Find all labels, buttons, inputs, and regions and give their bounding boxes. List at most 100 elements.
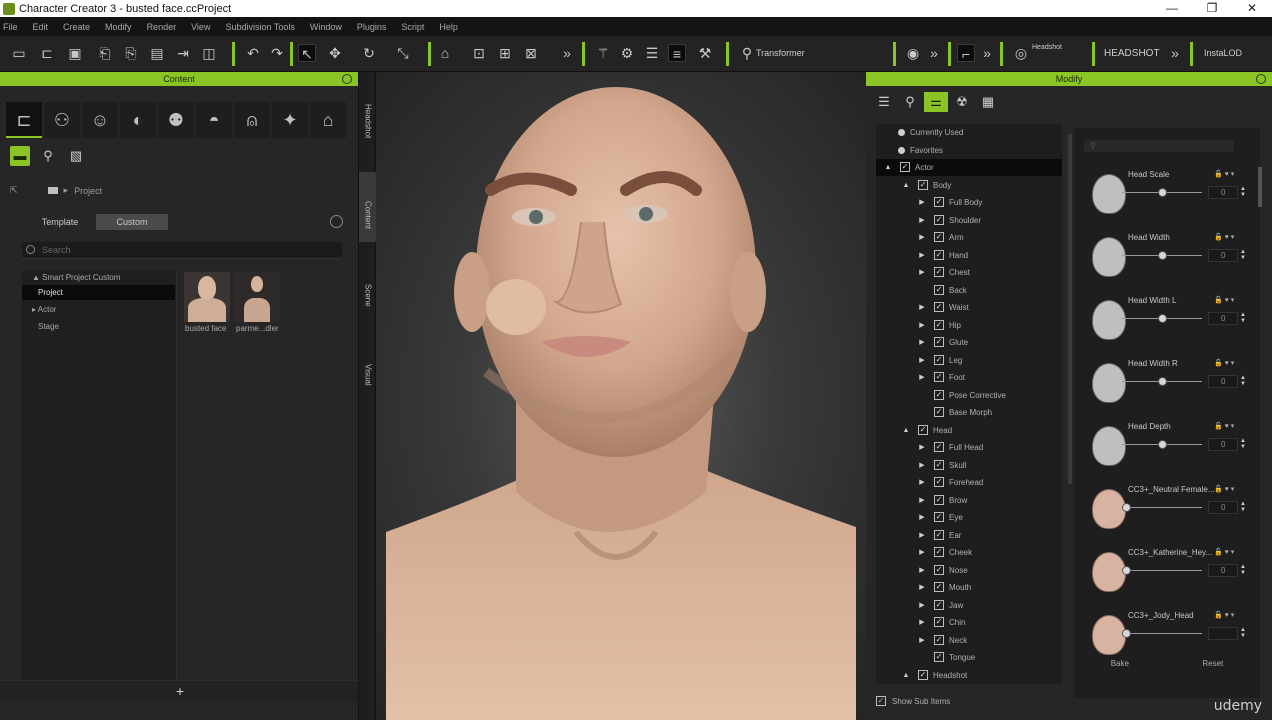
menu-plugins[interactable]: Plugins bbox=[357, 22, 387, 32]
tool-icon[interactable]: ⚒ bbox=[696, 44, 714, 62]
thumbnail-parmeder[interactable] bbox=[234, 272, 280, 322]
tree-item-smart-project[interactable]: ▲ Smart Project Custom bbox=[22, 270, 175, 285]
edit-mesh-icon[interactable]: ⌐ bbox=[957, 44, 975, 62]
tree-row[interactable]: Currently Used bbox=[876, 124, 1062, 141]
spinner-icon[interactable]: ▲ ▼ bbox=[1240, 564, 1250, 577]
transformer-label[interactable]: Transformer bbox=[756, 48, 805, 58]
expand-icon[interactable]: ▶ bbox=[918, 369, 926, 386]
minimize-button[interactable]: — bbox=[1152, 0, 1192, 17]
checkbox[interactable]: ✓ bbox=[934, 582, 944, 592]
tree-row[interactable]: ▶ ✓ Full Body bbox=[876, 194, 1062, 211]
morph-lock-icon[interactable]: 🔓 ♥ ▾ bbox=[1214, 170, 1234, 178]
morph-value-input[interactable]: 0 bbox=[1208, 312, 1238, 325]
morph-search-input[interactable]: ⚲ bbox=[1084, 140, 1234, 152]
expand-icon[interactable]: ▶ bbox=[918, 457, 926, 474]
expand-icon[interactable]: ▶ bbox=[918, 247, 926, 264]
instalod-button[interactable]: InstaLOD bbox=[1204, 48, 1242, 58]
send-icon[interactable]: ⇥ bbox=[174, 44, 192, 62]
menu-render[interactable]: Render bbox=[147, 22, 177, 32]
tree-row[interactable]: ▶ ✓ Jaw bbox=[876, 597, 1062, 614]
panel-pin-icon[interactable] bbox=[1256, 74, 1266, 84]
spinner-icon[interactable]: ▲ ▼ bbox=[1240, 438, 1250, 451]
tree-item-stage[interactable]: Stage bbox=[22, 319, 175, 334]
checkbox[interactable]: ✓ bbox=[934, 337, 944, 347]
tree-row[interactable]: ▶ ✓ Foot bbox=[876, 369, 1062, 386]
morph-slider[interactable] bbox=[1122, 629, 1202, 638]
spinner-icon[interactable]: ▲ ▼ bbox=[1240, 249, 1250, 262]
morph-slider[interactable] bbox=[1122, 314, 1202, 323]
checkbox[interactable]: ✓ bbox=[934, 652, 944, 662]
select-icon[interactable]: ↖ bbox=[298, 44, 316, 62]
add-button[interactable]: + bbox=[172, 683, 188, 699]
checkbox[interactable]: ✓ bbox=[934, 564, 944, 575]
checkbox[interactable]: ✓ bbox=[934, 197, 944, 207]
morph-slider[interactable] bbox=[1122, 440, 1202, 449]
checkbox[interactable]: ✓ bbox=[934, 547, 944, 557]
menu-script[interactable]: Script bbox=[401, 22, 424, 32]
panel-pin-icon[interactable] bbox=[342, 74, 352, 84]
checkbox[interactable]: ✓ bbox=[934, 389, 944, 400]
reset-button[interactable]: Reset bbox=[1202, 654, 1223, 674]
slider-knob[interactable] bbox=[1158, 377, 1167, 386]
thumbnail-busted-face[interactable] bbox=[184, 272, 230, 322]
checkbox[interactable]: ✓ bbox=[934, 249, 944, 260]
tree-row[interactable]: ▶ ✓ Leg bbox=[876, 352, 1062, 369]
tree-row[interactable]: ▲ ✓ Actor bbox=[876, 159, 1062, 176]
morph-value-input[interactable]: 0 bbox=[1208, 564, 1238, 577]
more-icon[interactable]: » bbox=[925, 44, 943, 62]
tree-row[interactable]: ▶ ✓ Nose bbox=[876, 562, 1062, 579]
tree-row[interactable]: ▶ ✓ Hip bbox=[876, 317, 1062, 334]
expand-icon[interactable]: ▲ bbox=[884, 159, 892, 176]
up-folder-icon[interactable]: ⇱ bbox=[10, 185, 18, 196]
cloth-icon[interactable]: ⍝ bbox=[234, 102, 270, 138]
slider-scrollbar[interactable] bbox=[1258, 167, 1262, 207]
checkbox[interactable]: ✓ bbox=[900, 162, 910, 172]
rotate-icon[interactable]: ↻ bbox=[360, 44, 378, 62]
checkbox[interactable]: ✓ bbox=[934, 634, 944, 645]
spinner-icon[interactable]: ▲ ▼ bbox=[1240, 501, 1250, 514]
transformer-icon[interactable]: ⚲ bbox=[738, 44, 756, 62]
expand-icon[interactable]: ▶ bbox=[918, 632, 926, 649]
home-camera-icon[interactable]: ⌂ bbox=[436, 44, 454, 62]
tab-scene[interactable]: Scene bbox=[359, 262, 377, 318]
morph-value-input[interactable]: 0 bbox=[1208, 438, 1238, 451]
attribute-tab-icon[interactable]: ☰ bbox=[872, 92, 896, 112]
slider-knob[interactable] bbox=[1158, 188, 1167, 197]
tree-row[interactable]: ▶ ✓ Waist bbox=[876, 299, 1062, 316]
spinner-icon[interactable]: ▲ ▼ bbox=[1240, 186, 1250, 199]
checkbox[interactable]: ✓ bbox=[934, 284, 944, 295]
more-icon[interactable]: » bbox=[1166, 44, 1184, 62]
expand-icon[interactable]: ▶ bbox=[918, 334, 926, 351]
spinner-icon[interactable]: ▲ ▼ bbox=[1240, 375, 1250, 388]
morph-value-input[interactable] bbox=[1208, 627, 1238, 640]
checkbox[interactable]: ✓ bbox=[918, 179, 928, 190]
headshot-plugin-icon[interactable]: ◎ bbox=[1012, 44, 1030, 62]
expand-icon[interactable]: ▶ bbox=[918, 527, 926, 544]
checkbox[interactable]: ✓ bbox=[934, 319, 944, 330]
tab-content[interactable]: Content bbox=[359, 172, 377, 242]
zoom-extent-icon[interactable]: ⊠ bbox=[522, 44, 540, 62]
tree-item-project[interactable]: Project bbox=[22, 285, 175, 300]
expand-icon[interactable]: ▶ bbox=[918, 352, 926, 369]
expand-icon[interactable]: ▶ bbox=[918, 194, 926, 211]
expand-icon[interactable]: ▲ bbox=[902, 177, 910, 194]
more-icon[interactable]: » bbox=[558, 44, 576, 62]
headshot-button[interactable]: HEADSHOT bbox=[1104, 48, 1160, 59]
checkbox[interactable]: ✓ bbox=[934, 617, 944, 627]
checkbox[interactable]: ✓ bbox=[934, 354, 944, 365]
tab-visual[interactable]: Visual bbox=[359, 342, 377, 398]
actor-icon[interactable]: ⚲ bbox=[38, 146, 58, 166]
menu-edit[interactable]: Edit bbox=[33, 22, 49, 32]
morph-slider[interactable] bbox=[1122, 503, 1202, 512]
tree-row[interactable]: ✓ Back bbox=[876, 282, 1062, 299]
tree-row[interactable]: ▶ ✓ Chin bbox=[876, 614, 1062, 631]
morph-slider[interactable] bbox=[1122, 188, 1202, 197]
expand-icon[interactable]: ▶ bbox=[918, 264, 926, 281]
tree-row[interactable]: ▶ ✓ Ear bbox=[876, 527, 1062, 544]
fit-icon[interactable]: ⊡ bbox=[470, 44, 488, 62]
morph-lock-icon[interactable]: 🔓 ♥ ▾ bbox=[1214, 422, 1234, 430]
expand-icon[interactable]: ▶ bbox=[918, 597, 926, 614]
spinner-icon[interactable]: ▲ ▼ bbox=[1240, 627, 1250, 640]
expand-icon[interactable]: ▶ bbox=[918, 317, 926, 334]
tree-row[interactable]: ▶ ✓ Cheek bbox=[876, 544, 1062, 561]
